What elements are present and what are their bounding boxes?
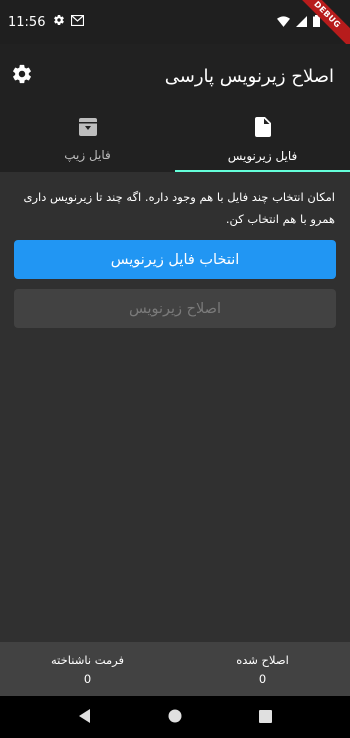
gear-icon [11, 63, 33, 89]
recents-button[interactable] [253, 705, 277, 729]
tab-bar: فایل زیرنویس فایل زیپ [0, 108, 350, 172]
app-bar: اصلاح زیرنویس پارسی [0, 44, 350, 108]
status-time: 11:56 [8, 14, 46, 30]
tab-label: فایل زیپ [64, 148, 111, 162]
stat-label: فرمت ناشناخته [50, 652, 124, 667]
gmail-icon [71, 14, 85, 30]
main-content: امکان انتخاب چند فایل با هم وجود داره. ا… [0, 172, 350, 328]
file-icon [254, 117, 271, 141]
stat-value: 0 [83, 671, 92, 686]
archive-icon [78, 118, 97, 140]
tab-label: فایل زیرنویس [227, 149, 298, 163]
home-circle-icon [168, 708, 182, 727]
tab-zip-file[interactable]: فایل زیپ [0, 108, 175, 172]
stat-label: اصلاح شده [236, 652, 289, 667]
select-subtitle-button[interactable]: انتخاب فایل زیرنویس [14, 240, 336, 279]
system-nav-bar [0, 696, 350, 738]
info-text: امکان انتخاب چند فایل با هم وجود داره. ا… [23, 190, 336, 226]
settings-button[interactable] [10, 64, 34, 88]
back-triangle-icon [78, 708, 92, 727]
stat-unknown-format: فرمت ناشناخته 0 [0, 642, 175, 696]
gear-icon [53, 14, 65, 30]
app-title: اصلاح زیرنویس پارسی [164, 65, 334, 87]
fix-subtitle-button[interactable]: اصلاح زیرنویس [14, 289, 336, 328]
signal-icon [296, 15, 307, 31]
stat-value: 0 [258, 671, 267, 686]
stat-fixed: اصلاح شده 0 [175, 642, 350, 696]
status-bar: 11:56 DEBUG [0, 0, 350, 44]
home-button[interactable] [163, 705, 187, 729]
tab-subtitle-file[interactable]: فایل زیرنویس [175, 108, 350, 172]
back-button[interactable] [73, 705, 97, 729]
stats-bar: فرمت ناشناخته 0 اصلاح شده 0 [0, 642, 350, 696]
wifi-icon [277, 15, 290, 31]
recents-square-icon [258, 708, 272, 727]
